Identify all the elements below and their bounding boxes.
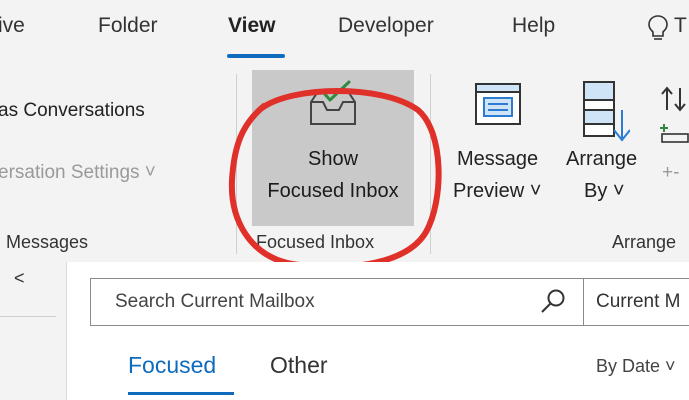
folder-pane-collapsed: [0, 262, 67, 400]
add-columns-icon[interactable]: [660, 122, 689, 144]
search-scope-label: Current M: [596, 291, 681, 312]
expand-folder-pane-button[interactable]: <: [14, 268, 25, 289]
search-placeholder: Search Current Mailbox: [115, 291, 315, 312]
arrange-by-button[interactable]: Arrange By ˅: [566, 76, 658, 226]
focused-tab-indicator: [128, 392, 234, 395]
group-separator: [236, 74, 237, 254]
conversation-settings-button: ersation Settings ˅: [0, 162, 156, 183]
message-preview-label-line1: Message: [457, 148, 539, 170]
search-scope-dropdown[interactable]: Current M: [583, 278, 689, 326]
group-label-focused-inbox: Focused Inbox: [256, 232, 375, 252]
group-separator: [430, 74, 431, 254]
tab-other[interactable]: Other: [270, 352, 328, 379]
sort-by-date-dropdown[interactable]: By Date ˅: [596, 356, 676, 377]
show-as-conversations-button[interactable]: as Conversations: [0, 100, 145, 122]
message-preview-button[interactable]: Message Preview ˅: [448, 76, 558, 226]
search-input[interactable]: Search Current Mailbox: [90, 278, 585, 326]
folder-pane-divider: [0, 316, 56, 317]
arrange-by-label-line2: By ˅: [584, 180, 625, 202]
group-label-messages: Messages: [6, 232, 89, 252]
tab-tell-me[interactable]: T: [674, 14, 687, 38]
show-focused-inbox-button[interactable]: Show Focused Inbox: [252, 70, 414, 226]
tab-focused[interactable]: Focused: [128, 352, 216, 379]
message-preview-icon: [475, 83, 521, 125]
arrange-by-icon: [583, 81, 630, 142]
tab-help[interactable]: Help: [512, 14, 555, 38]
tab-folder[interactable]: Folder: [98, 14, 158, 38]
inbox-check-icon: [310, 80, 356, 125]
arrange-by-label-line1: Arrange: [566, 148, 638, 170]
ribbon-tab-bar: ive Folder View Developer Help T: [0, 0, 689, 62]
show-focused-label-line2: Focused Inbox: [267, 180, 399, 202]
lightbulb-icon[interactable]: [646, 14, 670, 44]
active-tab-indicator: [227, 54, 285, 58]
reverse-sort-icon[interactable]: [660, 84, 689, 114]
tab-view[interactable]: View: [228, 14, 275, 38]
tab-archive[interactable]: ive: [0, 14, 25, 38]
show-focused-label-line1: Show: [307, 148, 359, 170]
tab-developer[interactable]: Developer: [338, 14, 434, 38]
expand-collapse-button: +-: [662, 162, 680, 183]
search-icon[interactable]: [539, 287, 567, 315]
group-label-arrangement: Arrange: [612, 232, 677, 252]
message-preview-label-line2: Preview ˅: [453, 180, 542, 202]
